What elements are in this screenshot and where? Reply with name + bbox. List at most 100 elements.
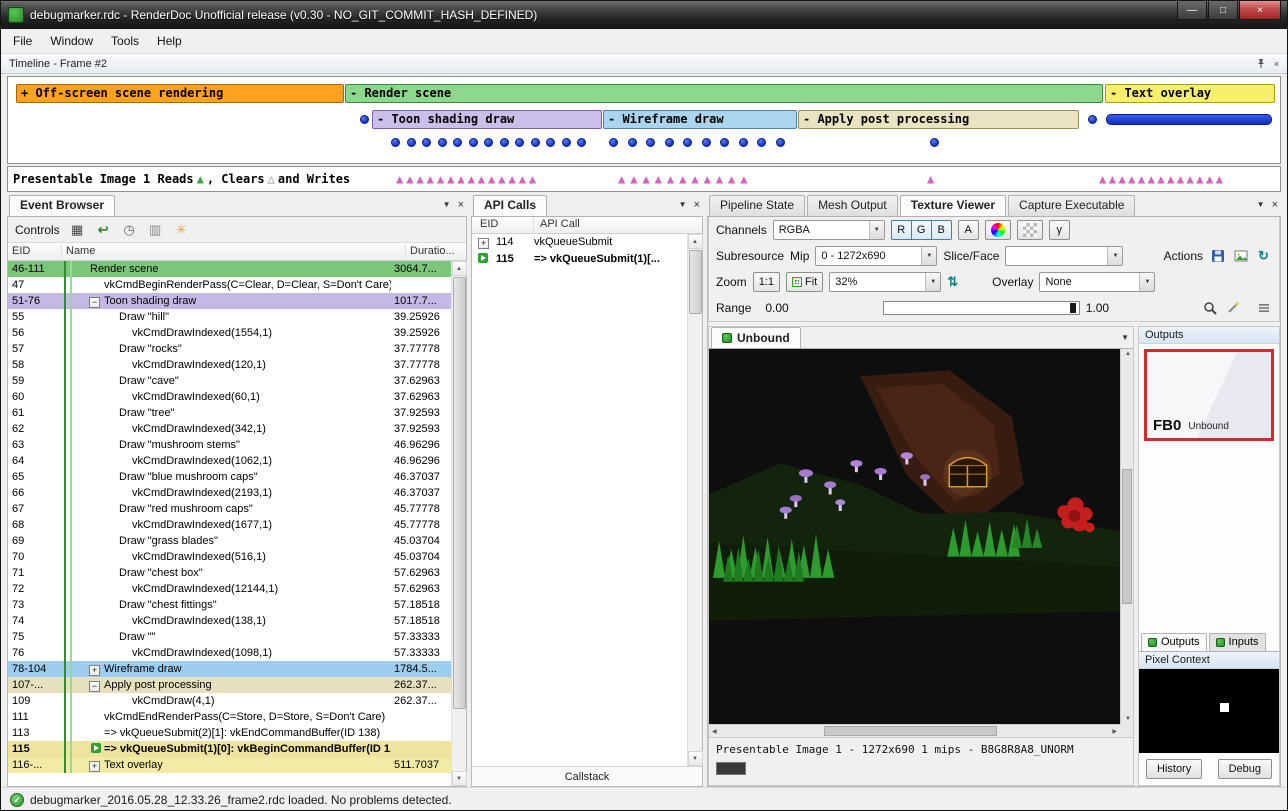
event-row[interactable]: 63Draw "mushroom stems"46.96296 (8, 437, 451, 453)
title-bar[interactable]: debugmarker.rdc - RenderDoc Unofficial r… (1, 1, 1287, 29)
time-draws-icon[interactable]: ◷ (121, 221, 138, 238)
draw-dot[interactable] (609, 138, 618, 147)
expand-icon[interactable]: + (89, 665, 100, 676)
column-eid[interactable]: EID (472, 217, 534, 233)
zoom-1to1-button[interactable]: 1:1 (753, 272, 780, 292)
event-row[interactable]: 109vkCmdDraw(4,1)262.37... (8, 693, 451, 709)
texture-list-dropdown-icon[interactable]: ▼ (1121, 333, 1129, 342)
scroll-down-icon[interactable]: ▼ (452, 771, 467, 786)
open-image-icon[interactable] (1232, 248, 1249, 265)
channels-combo[interactable]: RGBA ▼ (773, 220, 885, 240)
history-button[interactable]: History (1146, 759, 1202, 779)
panel-close-icon[interactable]: × (458, 201, 464, 209)
gamma-button[interactable]: γ (1049, 220, 1070, 240)
event-row[interactable]: 51-76−Toon shading draw1017.7... (8, 293, 451, 309)
write-triangles[interactable]: ▲▲▲▲▲▲▲▲▲▲▲▲▲ (1099, 172, 1225, 186)
event-row[interactable]: 67Draw "red mushroom caps"45.77778 (8, 501, 451, 517)
panel-menu-icon[interactable]: ▼ (443, 200, 451, 209)
draw-dot[interactable] (531, 138, 540, 147)
tab-event-browser[interactable]: Event Browser (9, 195, 115, 216)
event-row[interactable]: 115=> vkQueueSubmit(1)[0]: vkBeginComman… (8, 741, 451, 757)
draw-dot[interactable] (757, 138, 766, 147)
timeline-marker-bar[interactable]: - Toon shading draw (372, 110, 602, 129)
minimize-button[interactable]: — (1177, 1, 1207, 20)
column-eid[interactable]: EID (8, 243, 62, 260)
refresh-icon[interactable]: ↻ (1255, 248, 1272, 265)
event-row[interactable]: 74vkCmdDrawIndexed(138,1)57.18518 (8, 613, 451, 629)
scroll-left-icon[interactable]: ◀ (712, 728, 717, 735)
api-calls-column-header[interactable]: EID API Call (472, 217, 702, 234)
timeline-active-bar[interactable] (1106, 114, 1272, 125)
event-row[interactable]: 116-...+Text overlay511.7037 (8, 757, 451, 773)
scroll-up-icon[interactable]: ▲ (452, 261, 467, 276)
menu-file[interactable]: File (4, 31, 41, 51)
collapse-icon[interactable]: − (89, 681, 100, 692)
texture-tab-unbound[interactable]: Unbound (711, 327, 801, 348)
timeline-close-icon[interactable]: × (1274, 59, 1279, 69)
green-channel-button[interactable]: G (911, 220, 932, 240)
zoom-range-icon[interactable] (1201, 300, 1218, 317)
event-row[interactable]: 58vkCmdDrawIndexed(120,1)37.77778 (8, 357, 451, 373)
scroll-up-icon[interactable]: ▲ (688, 234, 703, 249)
draw-dot[interactable] (469, 138, 478, 147)
write-triangles[interactable]: ▲▲▲▲▲▲▲▲▲▲▲▲▲▲ (396, 172, 539, 186)
draw-dot[interactable] (438, 138, 447, 147)
pin-icon[interactable] (1256, 58, 1266, 69)
event-row[interactable]: 64vkCmdDrawIndexed(1062,1)46.96296 (8, 453, 451, 469)
timeline-marker-bar[interactable]: - Apply post processing (798, 110, 1079, 129)
zoom-fit-button[interactable]: Fit (786, 272, 823, 292)
tab-inputs[interactable]: Inputs (1209, 633, 1266, 651)
panel-menu-icon[interactable]: ▼ (679, 200, 687, 209)
event-browser-scrollbar[interactable]: ▲ ▼ (451, 261, 466, 786)
draw-dot[interactable] (422, 138, 431, 147)
panel-menu-icon[interactable]: ▼ (1257, 200, 1265, 209)
expand-icon[interactable]: + (478, 238, 489, 249)
mip-combo[interactable]: 0 - 1272x690 ▼ (815, 246, 937, 266)
draw-dot[interactable] (683, 138, 692, 147)
texture-vertical-scrollbar[interactable]: ▲▼ (1120, 349, 1133, 724)
event-row[interactable]: 61Draw "tree"37.92593 (8, 405, 451, 421)
column-name[interactable]: Name (62, 243, 406, 260)
texture-horizontal-scrollbar[interactable]: ◀▶ (709, 724, 1120, 737)
event-row[interactable]: 55Draw "hill"39.25926 (8, 309, 451, 325)
column-duration[interactable]: Duratio... (406, 243, 466, 260)
event-row[interactable]: 65Draw "blue mushroom caps"46.37037 (8, 469, 451, 485)
draw-dot[interactable] (702, 138, 711, 147)
range-slider-handle[interactable] (1070, 303, 1076, 313)
tab-pipeline-state[interactable]: Pipeline State (709, 195, 805, 216)
menu-window[interactable]: Window (41, 31, 102, 51)
debug-button[interactable]: Debug (1218, 759, 1272, 779)
scrollbar-thumb[interactable] (1122, 469, 1132, 604)
draw-dot[interactable] (1088, 115, 1097, 124)
range-options-icon[interactable] (1255, 300, 1272, 317)
scroll-down-icon[interactable]: ▼ (688, 751, 703, 766)
event-browser-column-header[interactable]: EID Name Duratio... (8, 243, 466, 261)
timeline-canvas[interactable]: + Off-screen scene rendering- Render sce… (7, 76, 1281, 164)
timeline-marker-bar[interactable]: - Render scene (345, 84, 1103, 103)
event-row[interactable]: 75Draw ""57.33333 (8, 629, 451, 645)
event-row[interactable]: 72vkCmdDrawIndexed(12144,1)57.62963 (8, 581, 451, 597)
draw-dot[interactable] (391, 138, 400, 147)
draw-dot[interactable] (720, 138, 729, 147)
tab-api-calls[interactable]: API Calls (473, 195, 547, 216)
draw-dot[interactable] (646, 138, 655, 147)
event-row[interactable]: 78-104+Wireframe draw1784.5... (8, 661, 451, 677)
range-slider[interactable] (883, 301, 1080, 315)
table-icon[interactable]: ▦ (69, 221, 86, 238)
draw-dot[interactable] (407, 138, 416, 147)
hdr-mul-button[interactable] (985, 220, 1011, 240)
draw-dot[interactable] (360, 115, 369, 124)
draw-dot[interactable] (776, 138, 785, 147)
flip-y-icon[interactable]: ⇅ (947, 274, 958, 290)
timeline-marker-bar[interactable]: - Wireframe draw (603, 110, 797, 129)
callstack-label[interactable]: Callstack (472, 766, 702, 786)
menu-help[interactable]: Help (148, 31, 191, 51)
draw-dot[interactable] (453, 138, 462, 147)
scrollbar-thumb[interactable] (689, 250, 702, 314)
api-calls-scrollbar[interactable]: ▲ ▼ (687, 234, 702, 766)
draw-dot[interactable] (500, 138, 509, 147)
goto-eid-icon[interactable]: ↩ (95, 221, 112, 238)
scroll-up-icon[interactable]: ▲ (1125, 351, 1131, 357)
draw-dot[interactable] (739, 138, 748, 147)
slice-face-combo[interactable]: ▼ (1005, 246, 1123, 266)
